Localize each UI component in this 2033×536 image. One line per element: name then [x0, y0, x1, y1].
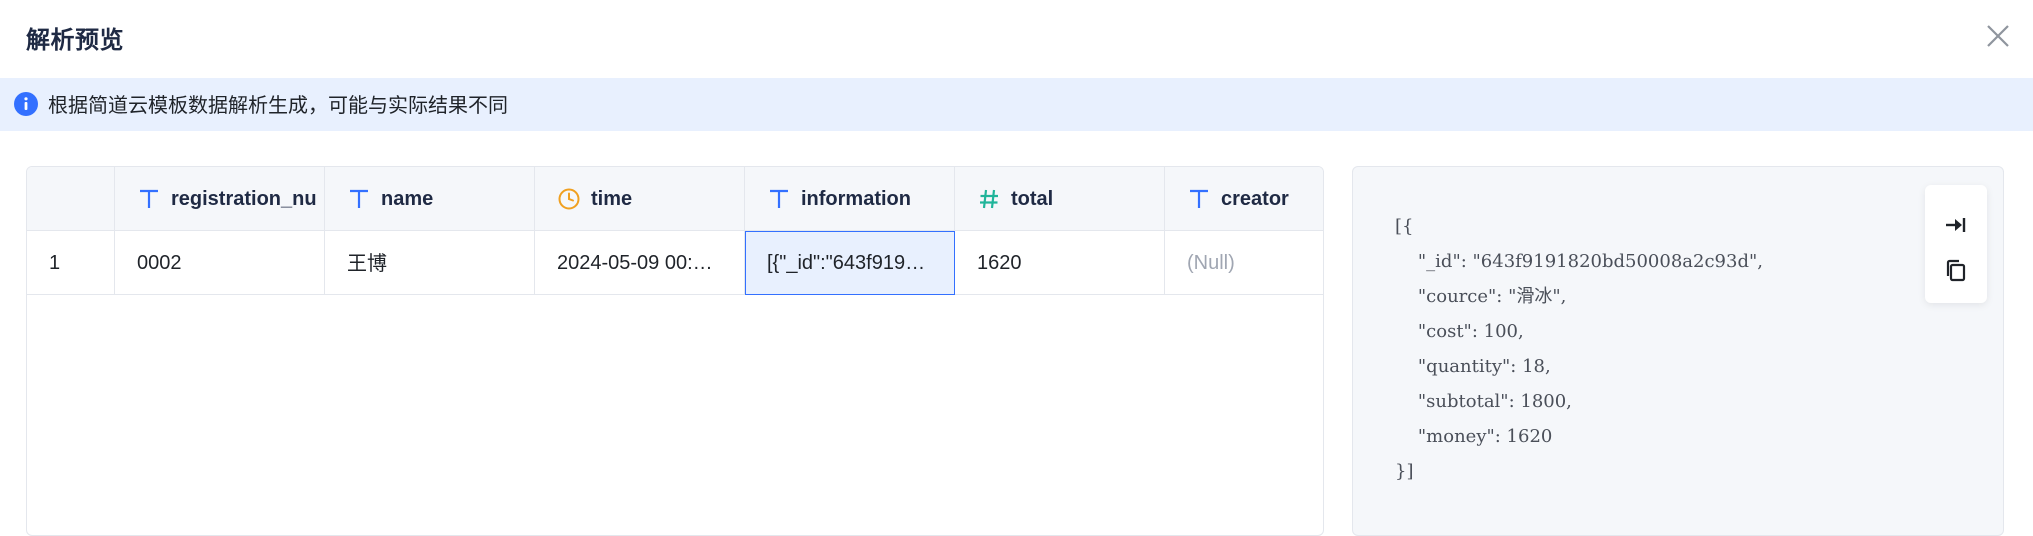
cell-total[interactable]: 1620 [955, 231, 1165, 295]
json-line: [{ [1395, 216, 1414, 237]
json-line: "cource": "滑冰", [1395, 286, 1567, 307]
cell-registration-nu[interactable]: 0002 [115, 231, 325, 295]
json-line: "_id": "643f9191820bd50008a2c93d", [1395, 251, 1763, 272]
json-toolbar [1925, 185, 1987, 303]
json-line: }] [1395, 461, 1414, 482]
dialog-header: 解析预览 [0, 0, 2033, 78]
text-type-icon [1187, 187, 1211, 211]
column-header-rownum [27, 167, 115, 231]
column-header-label: name [381, 188, 434, 210]
json-line: "quantity": 18, [1395, 356, 1551, 377]
data-table: registration_nu name time information to… [26, 166, 1324, 536]
table-row: 1 0002 王博 2024-05-09 00:… [{"_id":"643f9… [27, 231, 1323, 295]
text-type-icon [347, 187, 371, 211]
cell-information-selected[interactable]: [{"_id":"643f919… [745, 231, 955, 295]
notice-text: 根据简道云模板数据解析生成，可能与实际结果不同 [48, 93, 508, 117]
column-header-label: information [801, 188, 911, 210]
expand-icon[interactable] [1942, 211, 1970, 239]
column-header-creator[interactable]: creator [1165, 167, 1323, 231]
column-header-name[interactable]: name [325, 167, 535, 231]
text-type-icon [137, 187, 161, 211]
info-icon [14, 92, 38, 116]
column-header-label: total [1011, 188, 1054, 210]
json-line: "subtotal": 1800, [1395, 391, 1572, 412]
cell-time[interactable]: 2024-05-09 00:… [535, 231, 745, 295]
column-header-label: creator [1221, 188, 1289, 210]
json-preview-panel: [{ "_id": "643f9191820bd50008a2c93d", "c… [1352, 166, 2004, 536]
hash-icon [977, 187, 1001, 211]
json-line: "money": 1620 [1395, 426, 1553, 447]
cell-creator[interactable]: (Null) [1165, 231, 1323, 295]
column-header-label: registration_nu [171, 188, 317, 210]
clock-icon [557, 187, 581, 211]
row-number: 1 [27, 231, 115, 295]
copy-icon[interactable] [1942, 257, 1970, 285]
table-header: registration_nu name time information to… [27, 167, 1323, 231]
column-header-registration-nu[interactable]: registration_nu [115, 167, 325, 231]
column-header-label: time [591, 188, 633, 210]
column-header-time[interactable]: time [535, 167, 745, 231]
json-line: "cost": 100, [1395, 321, 1524, 342]
json-preview-text: [{ "_id": "643f9191820bd50008a2c93d", "c… [1395, 209, 1763, 489]
dialog-title: 解析预览 [26, 26, 124, 54]
column-header-total[interactable]: total [955, 167, 1165, 231]
cell-name-text: 王博 [347, 251, 387, 275]
close-icon[interactable] [1982, 20, 2014, 52]
cell-name[interactable]: 王博 [325, 231, 535, 295]
column-header-information[interactable]: information [745, 167, 955, 231]
text-type-icon [767, 187, 791, 211]
